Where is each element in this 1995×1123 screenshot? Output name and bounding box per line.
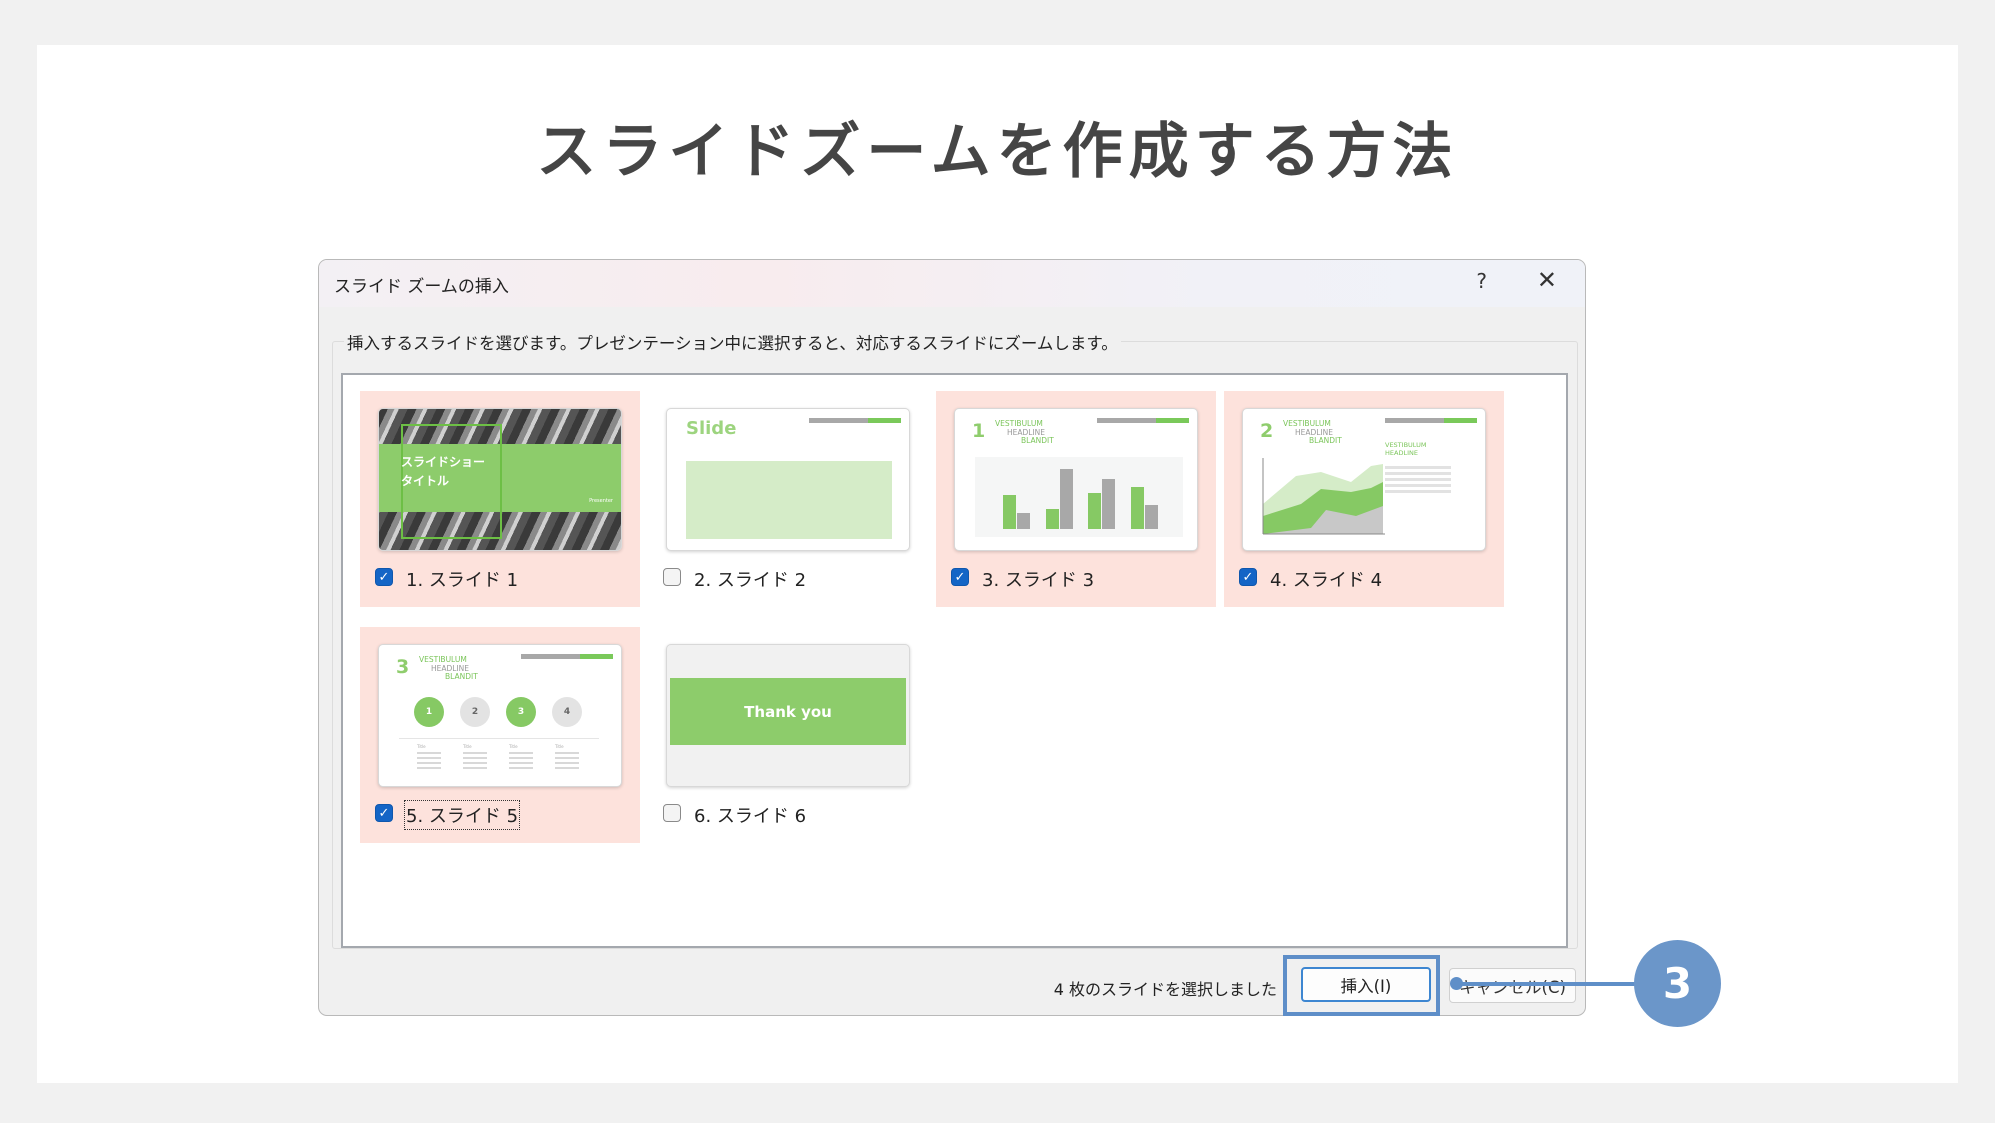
slide-thumbnail[interactable]: Slide bbox=[666, 408, 910, 551]
headline-line3: BLANDIT bbox=[1309, 436, 1342, 445]
slide-label[interactable]: 5. スライド 5 bbox=[403, 800, 521, 830]
thumb-column: Title bbox=[417, 744, 441, 769]
dialog-title: スライド ズームの挿入 bbox=[334, 277, 509, 297]
slide-label[interactable]: 2. スライド 2 bbox=[694, 566, 806, 592]
slide-item-6[interactable]: Thank you 6. スライド 6 bbox=[648, 627, 928, 843]
thumb-content-box bbox=[686, 461, 892, 539]
step-number-badge: 3 bbox=[1634, 940, 1721, 1027]
thumb-progress-bar bbox=[521, 654, 613, 659]
step-circle: 1 bbox=[414, 697, 444, 727]
slide-thumbnail[interactable]: 1 VESTIBULUM HEADLINE BLANDIT bbox=[954, 408, 1198, 551]
slide-thumbnail[interactable]: Thank you bbox=[666, 644, 910, 787]
thumb-progress-bar bbox=[1385, 418, 1477, 423]
thumb-presenter: Presenter bbox=[589, 498, 613, 504]
step-circle: 3 bbox=[506, 697, 536, 727]
thumb-bar bbox=[1131, 487, 1144, 529]
thumb-title: Thank you bbox=[670, 678, 906, 745]
thumb-bar bbox=[1060, 469, 1073, 529]
thumb-number: 2 bbox=[1260, 420, 1274, 442]
thumb-bar bbox=[1102, 479, 1115, 529]
page-title: スライドズームを作成する方法 bbox=[536, 117, 1459, 187]
insert-slide-zoom-dialog: スライド ズームの挿入 ? ✕ 挿入するスライドを選びます。プレゼンテーション中… bbox=[318, 259, 1586, 1016]
slide-label[interactable]: 1. スライド 1 bbox=[406, 566, 518, 592]
selection-status: 4 枚のスライドを選択しました bbox=[1053, 980, 1277, 999]
thumb-column: Title bbox=[509, 744, 533, 769]
step-circle: 4 bbox=[552, 697, 582, 727]
thumb-bar bbox=[1088, 493, 1101, 529]
thumb-title-line2: タイトル bbox=[401, 474, 450, 488]
slide-checkbox[interactable] bbox=[663, 568, 681, 586]
thumb-number: 3 bbox=[396, 656, 410, 678]
callout-dot bbox=[1450, 977, 1463, 990]
headline-line3: BLANDIT bbox=[445, 672, 478, 681]
slide-item-5[interactable]: 3 VESTIBULUM HEADLINE BLANDIT 1 2 3 4 Ti… bbox=[360, 627, 640, 843]
thumb-bar bbox=[1017, 513, 1030, 529]
slide-label[interactable]: 4. スライド 4 bbox=[1270, 566, 1382, 592]
thumb-title-line1: スライドショー bbox=[401, 455, 486, 469]
close-icon[interactable]: ✕ bbox=[1537, 266, 1557, 294]
thumb-bar-chart bbox=[975, 457, 1183, 537]
slide-thumbnail[interactable]: 2 VESTIBULUM HEADLINE BLANDIT VESTIBULUM… bbox=[1242, 408, 1486, 551]
slide-item-1[interactable]: スライドショー タイトル Presenter ✓ 1. スライド 1 bbox=[360, 391, 640, 607]
slide-checkbox[interactable]: ✓ bbox=[375, 568, 393, 586]
slide-checkbox[interactable]: ✓ bbox=[1239, 568, 1257, 586]
thumb-column: Title bbox=[555, 744, 579, 769]
dialog-titlebar: スライド ズームの挿入 ? ✕ bbox=[319, 260, 1585, 307]
thumb-bar bbox=[1003, 495, 1016, 529]
thumb-progress-bar bbox=[1097, 418, 1189, 423]
thumb-number: 1 bbox=[972, 420, 986, 442]
instruction-text: 挿入するスライドを選びます。プレゼンテーション中に選択すると、対応するスライドに… bbox=[344, 330, 1121, 354]
thumb-side-headline: VESTIBULUM HEADLINE bbox=[1385, 441, 1426, 457]
slide-label[interactable]: 6. スライド 6 bbox=[694, 802, 806, 828]
slide-item-4[interactable]: 2 VESTIBULUM HEADLINE BLANDIT VESTIBULUM… bbox=[1224, 391, 1504, 607]
thumb-area-chart bbox=[1262, 458, 1385, 535]
thumb-headline: VESTIBULUM HEADLINE BLANDIT bbox=[1283, 419, 1342, 446]
side-line2: HEADLINE bbox=[1385, 449, 1418, 457]
thumb-divider bbox=[399, 738, 599, 739]
thumb-headline: VESTIBULUM HEADLINE BLANDIT bbox=[419, 655, 478, 682]
slide-list[interactable]: スライドショー タイトル Presenter ✓ 1. スライド 1 Slide… bbox=[341, 373, 1568, 948]
headline-line3: BLANDIT bbox=[1021, 436, 1054, 445]
slide-item-2[interactable]: Slide 2. スライド 2 bbox=[648, 391, 928, 607]
side-line1: VESTIBULUM bbox=[1385, 441, 1427, 449]
thumb-bar bbox=[1145, 505, 1158, 529]
slide-checkbox[interactable]: ✓ bbox=[375, 804, 393, 822]
slide-thumbnail[interactable]: 3 VESTIBULUM HEADLINE BLANDIT 1 2 3 4 Ti… bbox=[378, 644, 622, 787]
thumb-text-lines bbox=[1385, 466, 1451, 496]
thumb-bar bbox=[1046, 509, 1059, 529]
thumb-column: Title bbox=[463, 744, 487, 769]
slide-thumbnail[interactable]: スライドショー タイトル Presenter bbox=[378, 408, 622, 551]
step-circle: 2 bbox=[460, 697, 490, 727]
slide-label[interactable]: 3. スライド 3 bbox=[982, 566, 1094, 592]
slide-item-3[interactable]: 1 VESTIBULUM HEADLINE BLANDIT ✓ 3. スライド … bbox=[936, 391, 1216, 607]
thumb-title: Slide bbox=[686, 418, 737, 439]
thumb-progress-bar bbox=[809, 418, 901, 423]
slide-checkbox[interactable]: ✓ bbox=[951, 568, 969, 586]
help-icon[interactable]: ? bbox=[1476, 269, 1487, 293]
insert-highlight-box bbox=[1283, 955, 1440, 1016]
slide-checkbox[interactable] bbox=[663, 804, 681, 822]
callout-line bbox=[1459, 982, 1644, 986]
thumb-headline: VESTIBULUM HEADLINE BLANDIT bbox=[995, 419, 1054, 446]
thumb-title: スライドショー タイトル bbox=[401, 453, 485, 491]
